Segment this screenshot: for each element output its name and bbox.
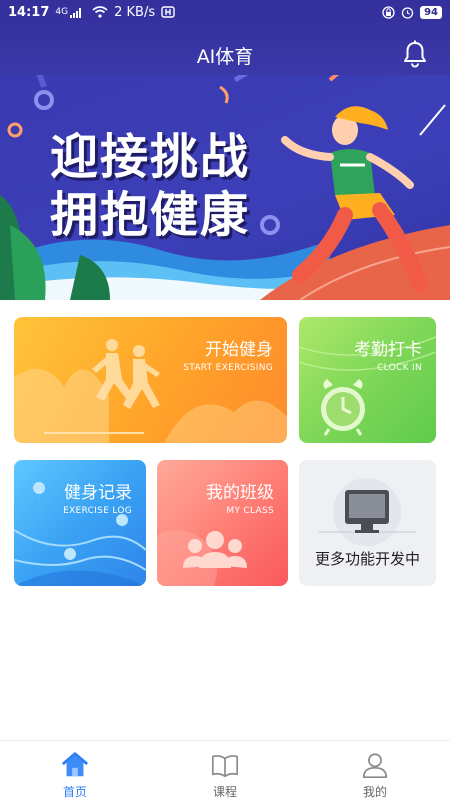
exercise-log-card[interactable]: 健身记录 EXERCISE LOG [14,460,146,586]
exercise-log-subtitle: EXERCISE LOG [63,506,132,516]
user-icon [362,753,388,779]
clock-in-subtitle: CLOCK IN [377,363,422,373]
top-bar: 14:17 4G 2 KB/s 94 AI体育 [0,0,450,75]
my-class-subtitle: MY CLASS [226,506,274,516]
tab-course-label: 课程 [212,785,237,799]
computer-icon [319,478,416,546]
hero-banner[interactable]: 迎接挑战 拥抱健康 [0,75,450,300]
signal-text: 4G [55,7,69,17]
more-features-card[interactable]: 更多功能开发中 [299,460,436,586]
lock-icon [382,5,395,19]
usb-icon [161,6,175,18]
clock-in-title: 考勤打卡 [354,340,422,360]
banner-slogan-line2: 拥抱健康 [50,187,251,243]
exercise-log-title: 健身记录 [64,483,132,503]
bell-icon[interactable] [402,40,428,68]
network-speed: 2 KB/s [114,4,156,20]
signal-icon [70,7,82,18]
tab-course[interactable]: 课程 [150,741,300,800]
status-bar: 14:17 4G 2 KB/s 94 [0,0,450,24]
start-exercising-card[interactable]: 开始健身 START EXERCISING [14,317,287,443]
alarm-icon [401,6,414,19]
tab-mine-label: 我的 [362,785,387,799]
book-icon [211,755,239,778]
page-title: AI体育 [196,46,254,68]
more-features-text: 更多功能开发中 [314,550,420,568]
start-exercising-subtitle: START EXERCISING [183,363,273,373]
start-exercising-title: 开始健身 [205,340,273,360]
tab-mine[interactable]: 我的 [300,741,450,800]
wifi-icon [92,6,108,18]
tab-home[interactable]: 首页 [0,741,150,800]
bottom-nav: 首页 课程 我的 [0,740,450,800]
status-right: 94 [382,5,442,19]
status-time: 14:17 [8,4,50,20]
clock-in-card[interactable]: 考勤打卡 CLOCK IN [299,317,436,443]
my-class-title: 我的班级 [206,483,274,503]
home-icon [61,752,89,777]
my-class-card[interactable]: 我的班级 MY CLASS [157,460,288,586]
tab-home-label: 首页 [62,785,87,799]
battery-level: 94 [420,5,442,19]
